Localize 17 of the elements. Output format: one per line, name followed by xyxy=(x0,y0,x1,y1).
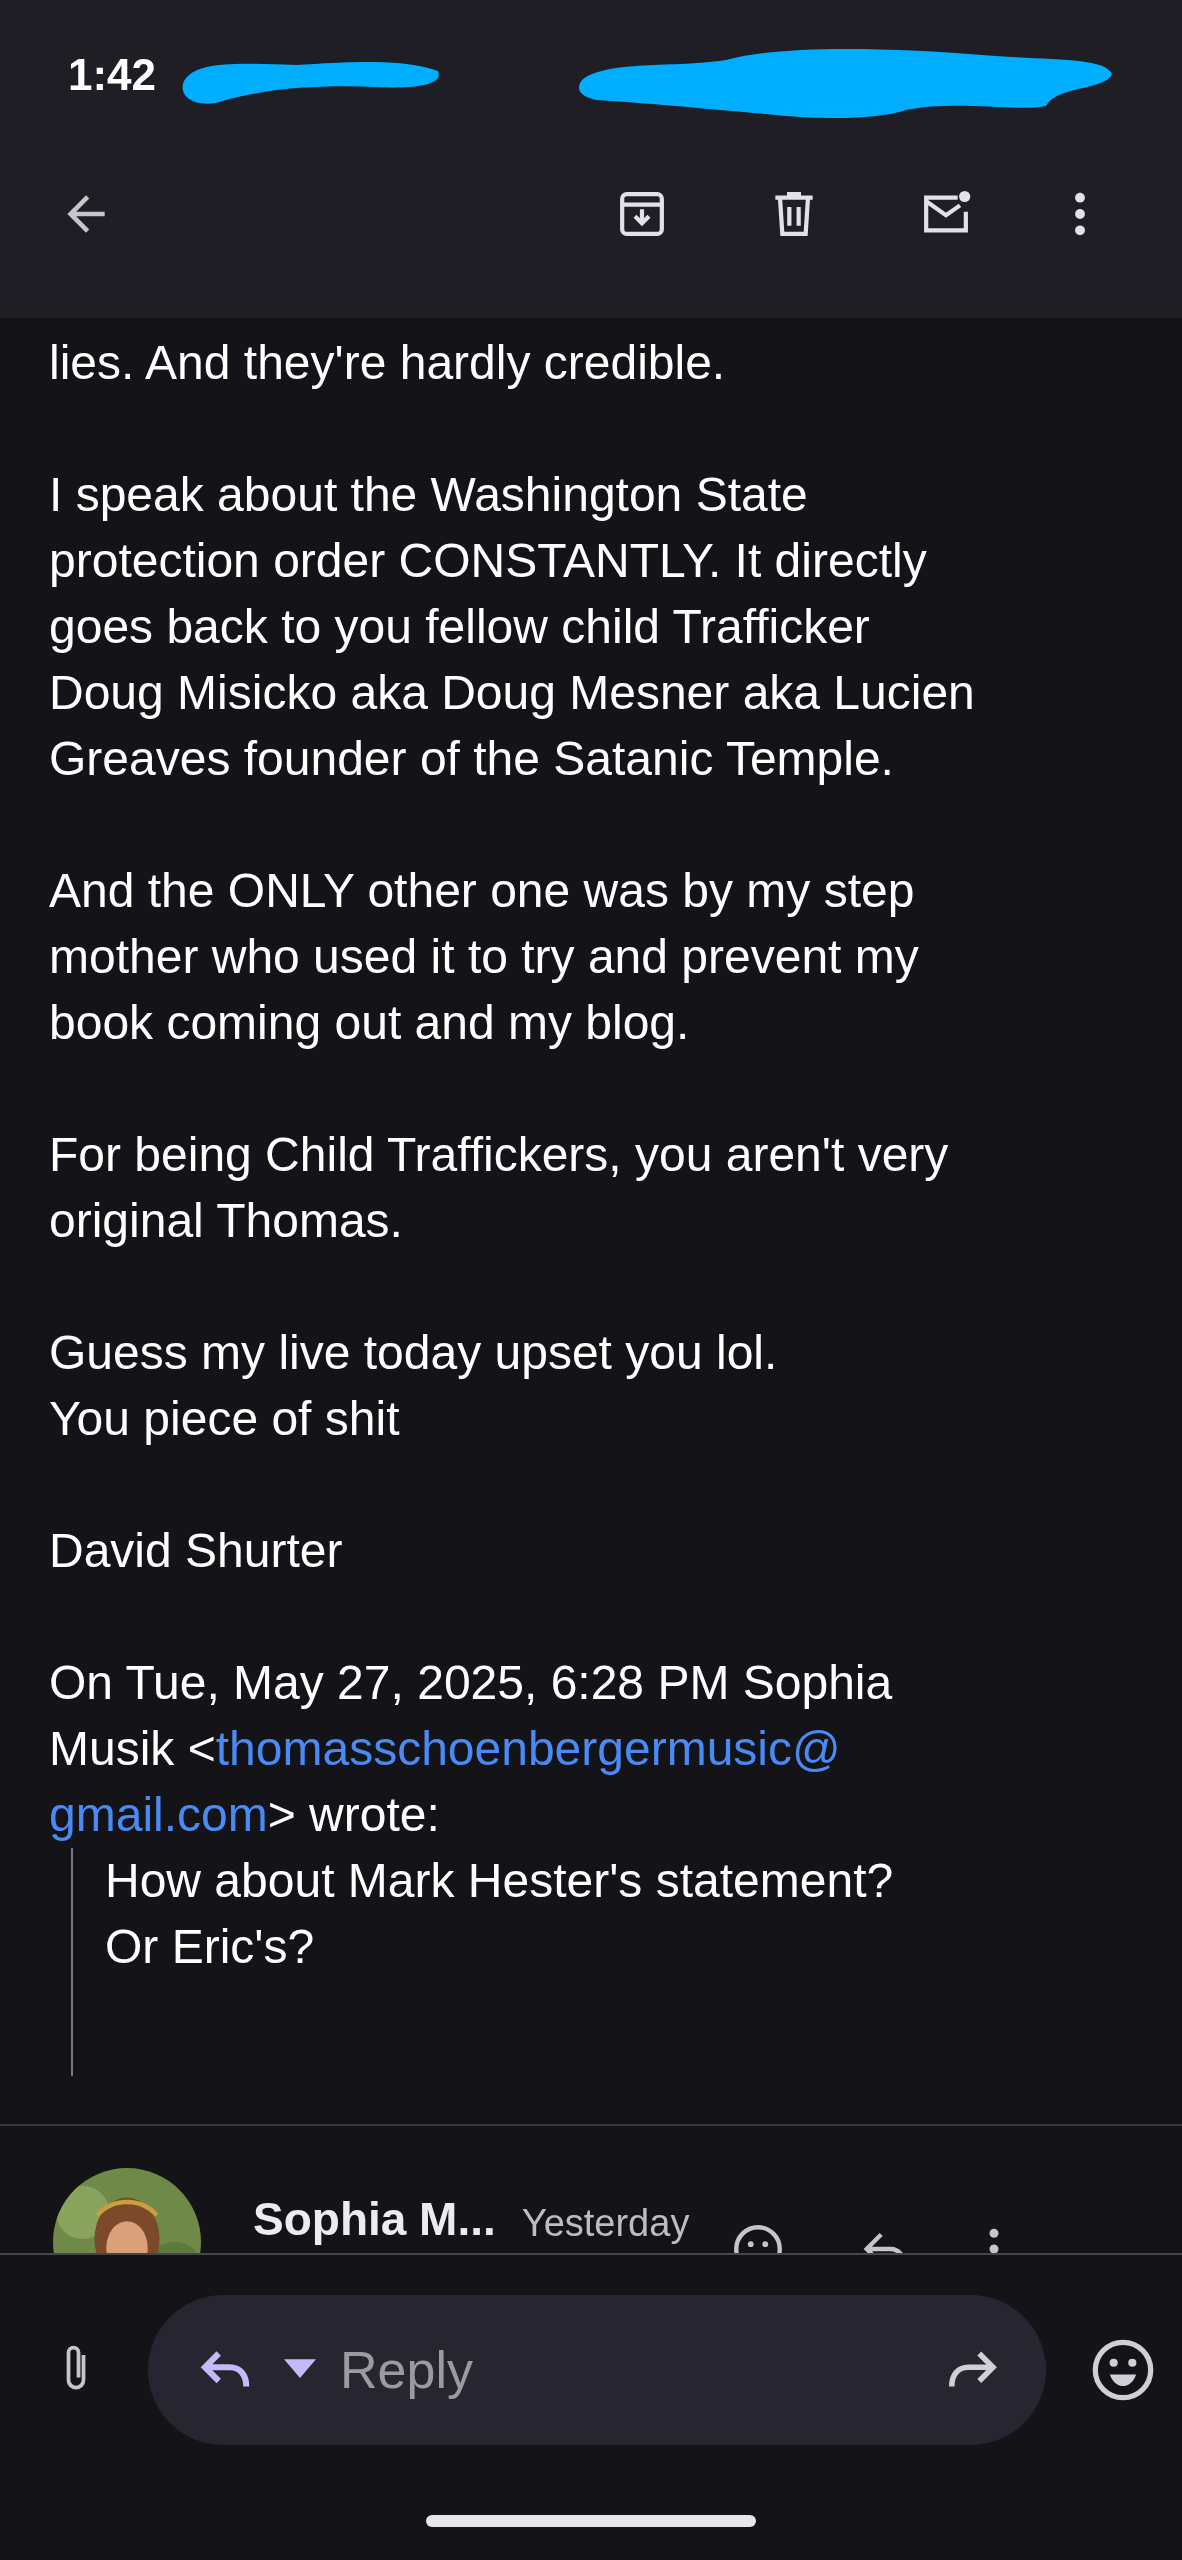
quote-header-text: > wrote: xyxy=(267,1788,440,1841)
message-paragraph: I speak about the Washington State protection order CONSTANTLY. It directly goes back to you fellow child Trafficker Doug Misicko aka Doug Mesner aka Lucien Greaves founder of the Satanic Temple. xyxy=(49,467,976,787)
sender-name: Sophia M... xyxy=(253,2192,496,2246)
message-paragraph: Guess my live today upset you lol. You piece of shit xyxy=(49,1325,779,1447)
reply-field[interactable]: Reply xyxy=(340,2340,914,2400)
message-paragraph: And the ONLY other one was by my step mother who used it to try and prevent my book coming out and my blog. xyxy=(49,863,920,1051)
status-time: 1:42 xyxy=(68,50,157,100)
message-date: Yesterday xyxy=(521,2202,690,2245)
quote-header-text: Musik < xyxy=(49,1722,216,1775)
email-link[interactable]: thomasschoenbergermusic@ xyxy=(215,1722,841,1775)
message-paragraph: lies. And they're hardly credible. xyxy=(49,335,727,391)
email-link[interactable]: gmail.com xyxy=(49,1788,268,1841)
message-paragraph: David Shurter xyxy=(49,1523,344,1579)
quote-header-text: On Tue, May 27, 2025, 6:28 PM Sophia xyxy=(49,1656,893,1709)
quoted-text: How about Mark Hester's statement? Or Eric's? xyxy=(105,1853,895,1975)
reply-bar[interactable]: Reply xyxy=(148,2295,1046,2445)
message-paragraph: For being Child Traffickers, you aren't very original Thomas. xyxy=(49,1127,950,1249)
